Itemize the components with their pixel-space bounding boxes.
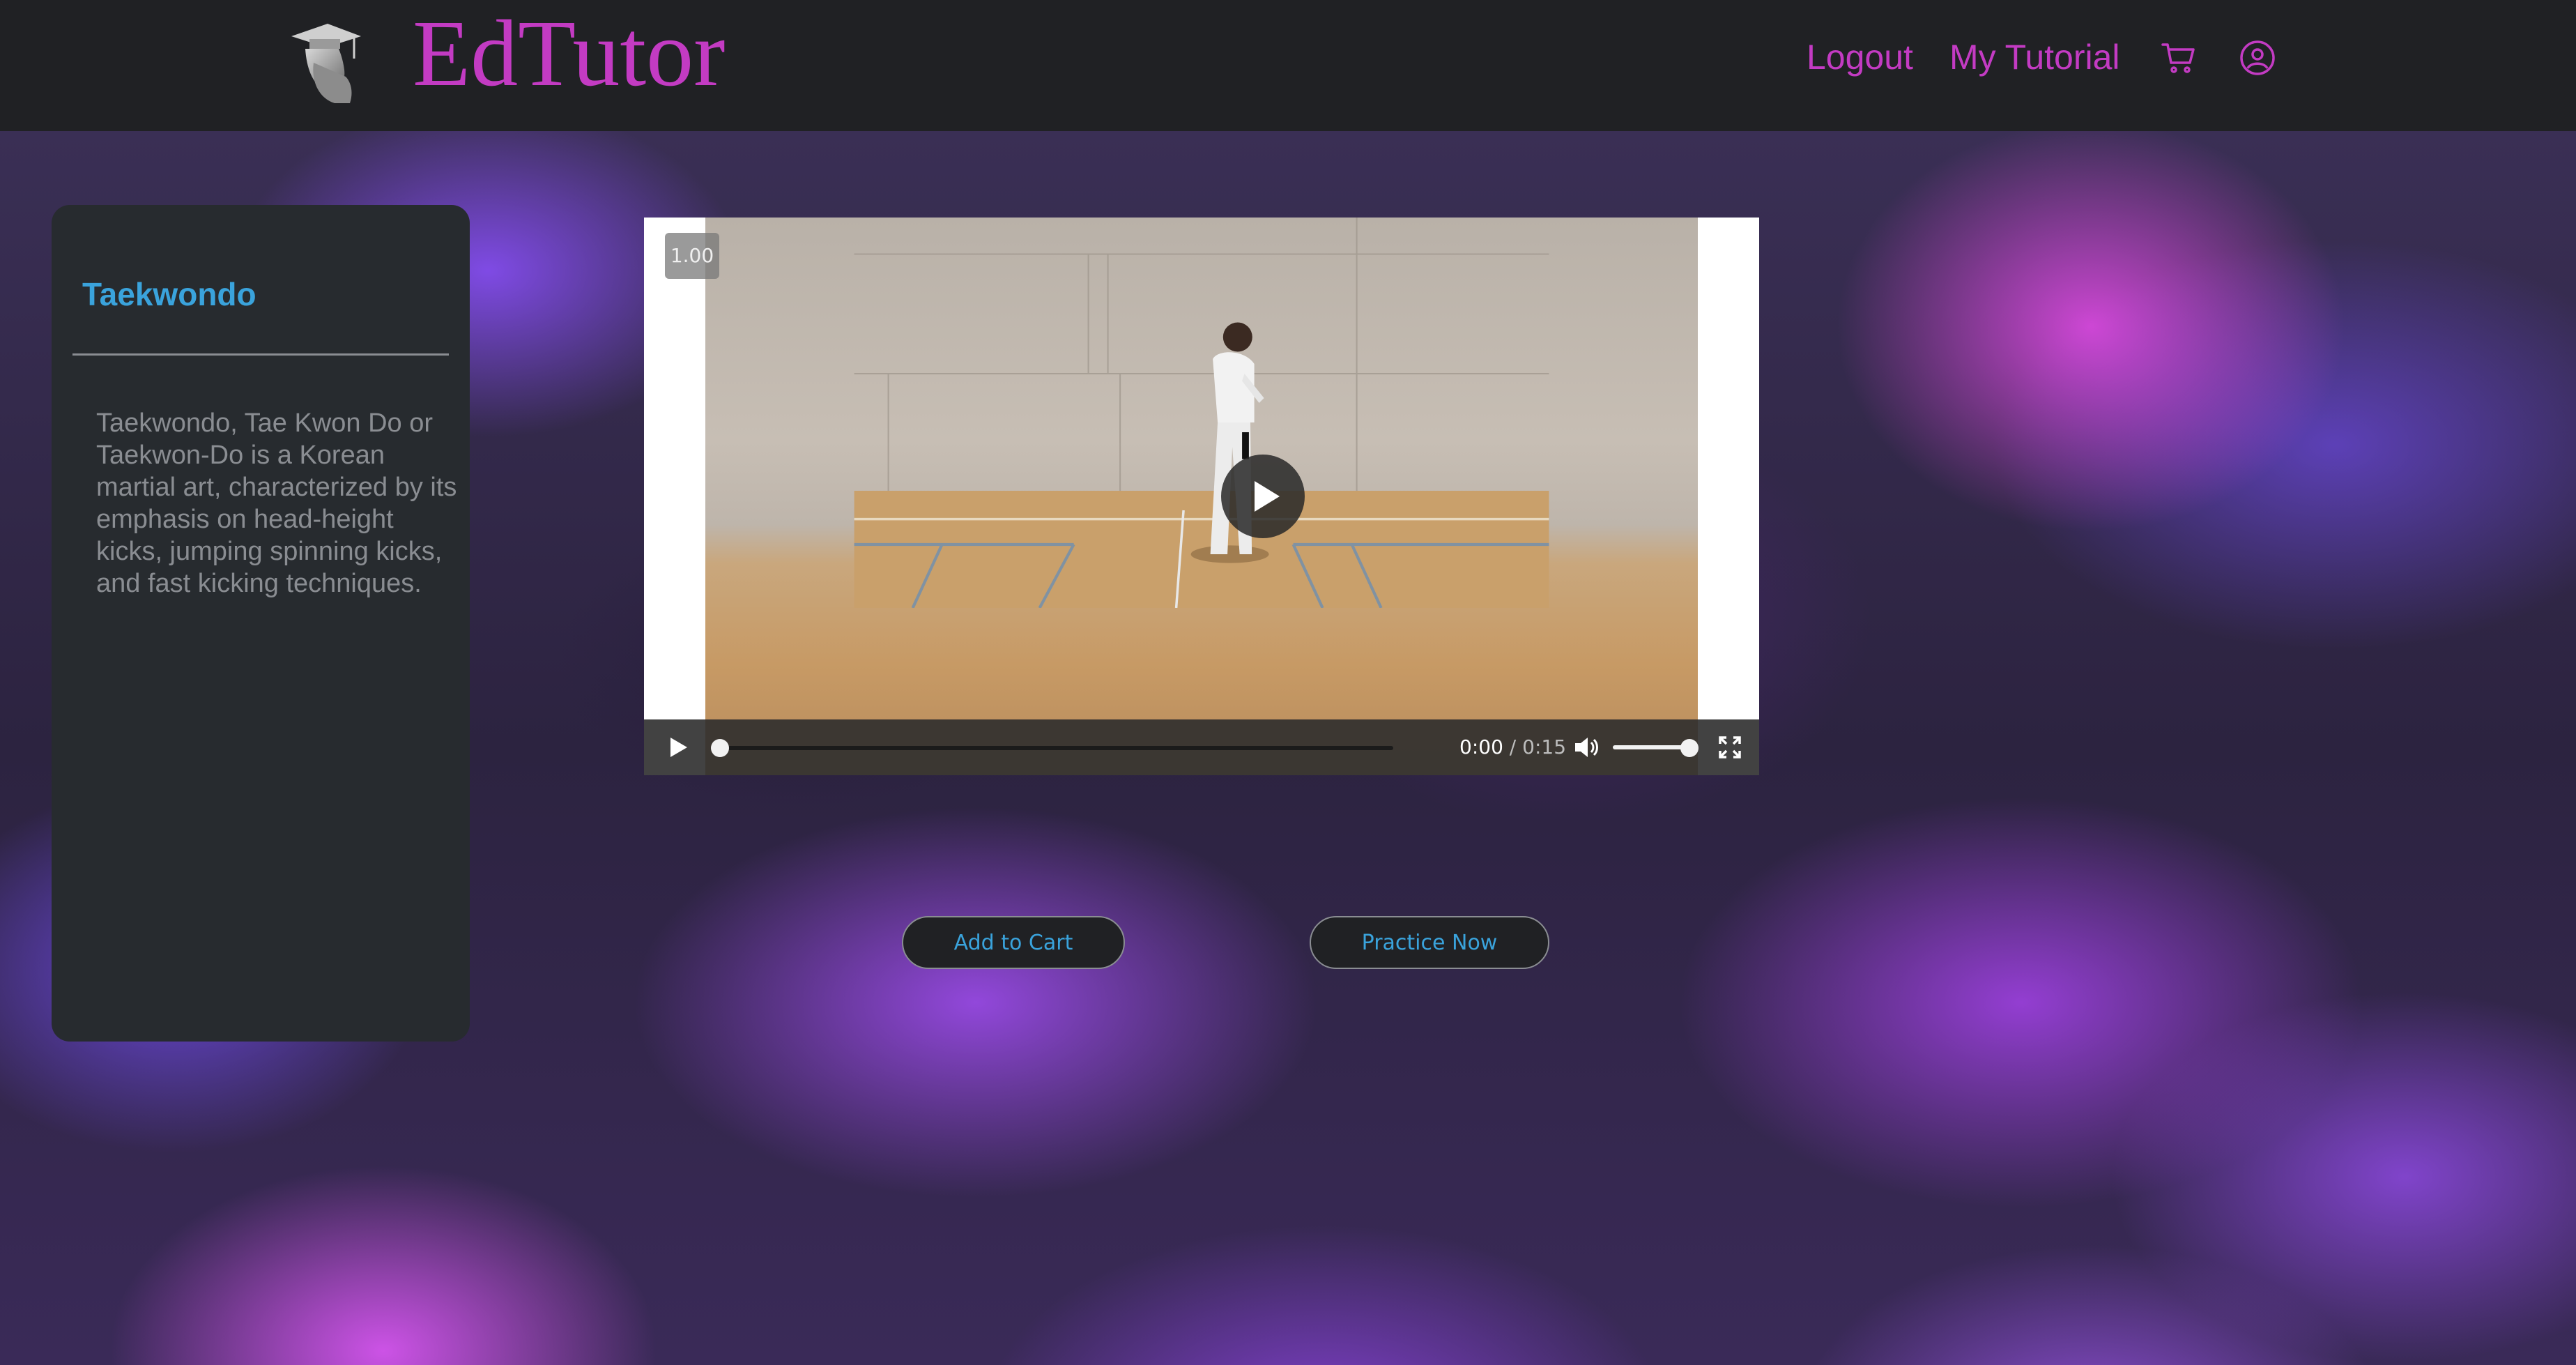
sidebar-divider — [72, 353, 449, 356]
current-time: 0:00 — [1459, 735, 1503, 758]
practice-now-button[interactable]: Practice Now — [1310, 916, 1549, 969]
shopping-cart-icon[interactable] — [2161, 40, 2197, 77]
course-title: Taekwondo — [82, 276, 256, 312]
course-description: Taekwondo, Tae Kwon Do or Taekwon-Do is … — [96, 409, 457, 598]
add-to-cart-button[interactable]: Add to Cart — [902, 916, 1125, 969]
video-player[interactable]: 1.00 0:00 / 0:15 — [644, 218, 1759, 775]
volume-knob[interactable] — [1680, 739, 1699, 757]
video-controls: 0:00 / 0:15 — [644, 719, 1759, 775]
big-play-button[interactable] — [1221, 455, 1305, 538]
brand-title[interactable]: EdTutor — [413, 1, 725, 106]
volume-slider[interactable] — [1613, 745, 1689, 749]
progress-track[interactable] — [714, 746, 1393, 750]
user-circle-icon[interactable] — [2239, 39, 2276, 77]
playback-speed-badge[interactable]: 1.00 — [665, 233, 719, 279]
top-header: EdTutor Logout My Tutorial — [0, 0, 2576, 131]
video-frame[interactable] — [705, 218, 1698, 775]
play-icon[interactable] — [664, 733, 691, 761]
graduate-bust-icon — [291, 24, 361, 103]
total-time: 0:15 — [1522, 735, 1567, 758]
my-tutorial-link[interactable]: My Tutorial — [1949, 36, 2120, 78]
video-scene — [854, 218, 1549, 608]
play-icon — [1255, 481, 1280, 512]
course-sidebar: Taekwondo Taekwondo, Tae Kwon Do or Taek… — [52, 205, 470, 1042]
time-display: 0:00 / 0:15 — [1459, 733, 1566, 761]
volume-icon[interactable] — [1572, 733, 1600, 761]
time-separator: / — [1503, 735, 1523, 758]
logout-link[interactable]: Logout — [1807, 36, 1913, 78]
fullscreen-icon[interactable] — [1716, 733, 1744, 761]
progress-knob[interactable] — [711, 739, 729, 757]
